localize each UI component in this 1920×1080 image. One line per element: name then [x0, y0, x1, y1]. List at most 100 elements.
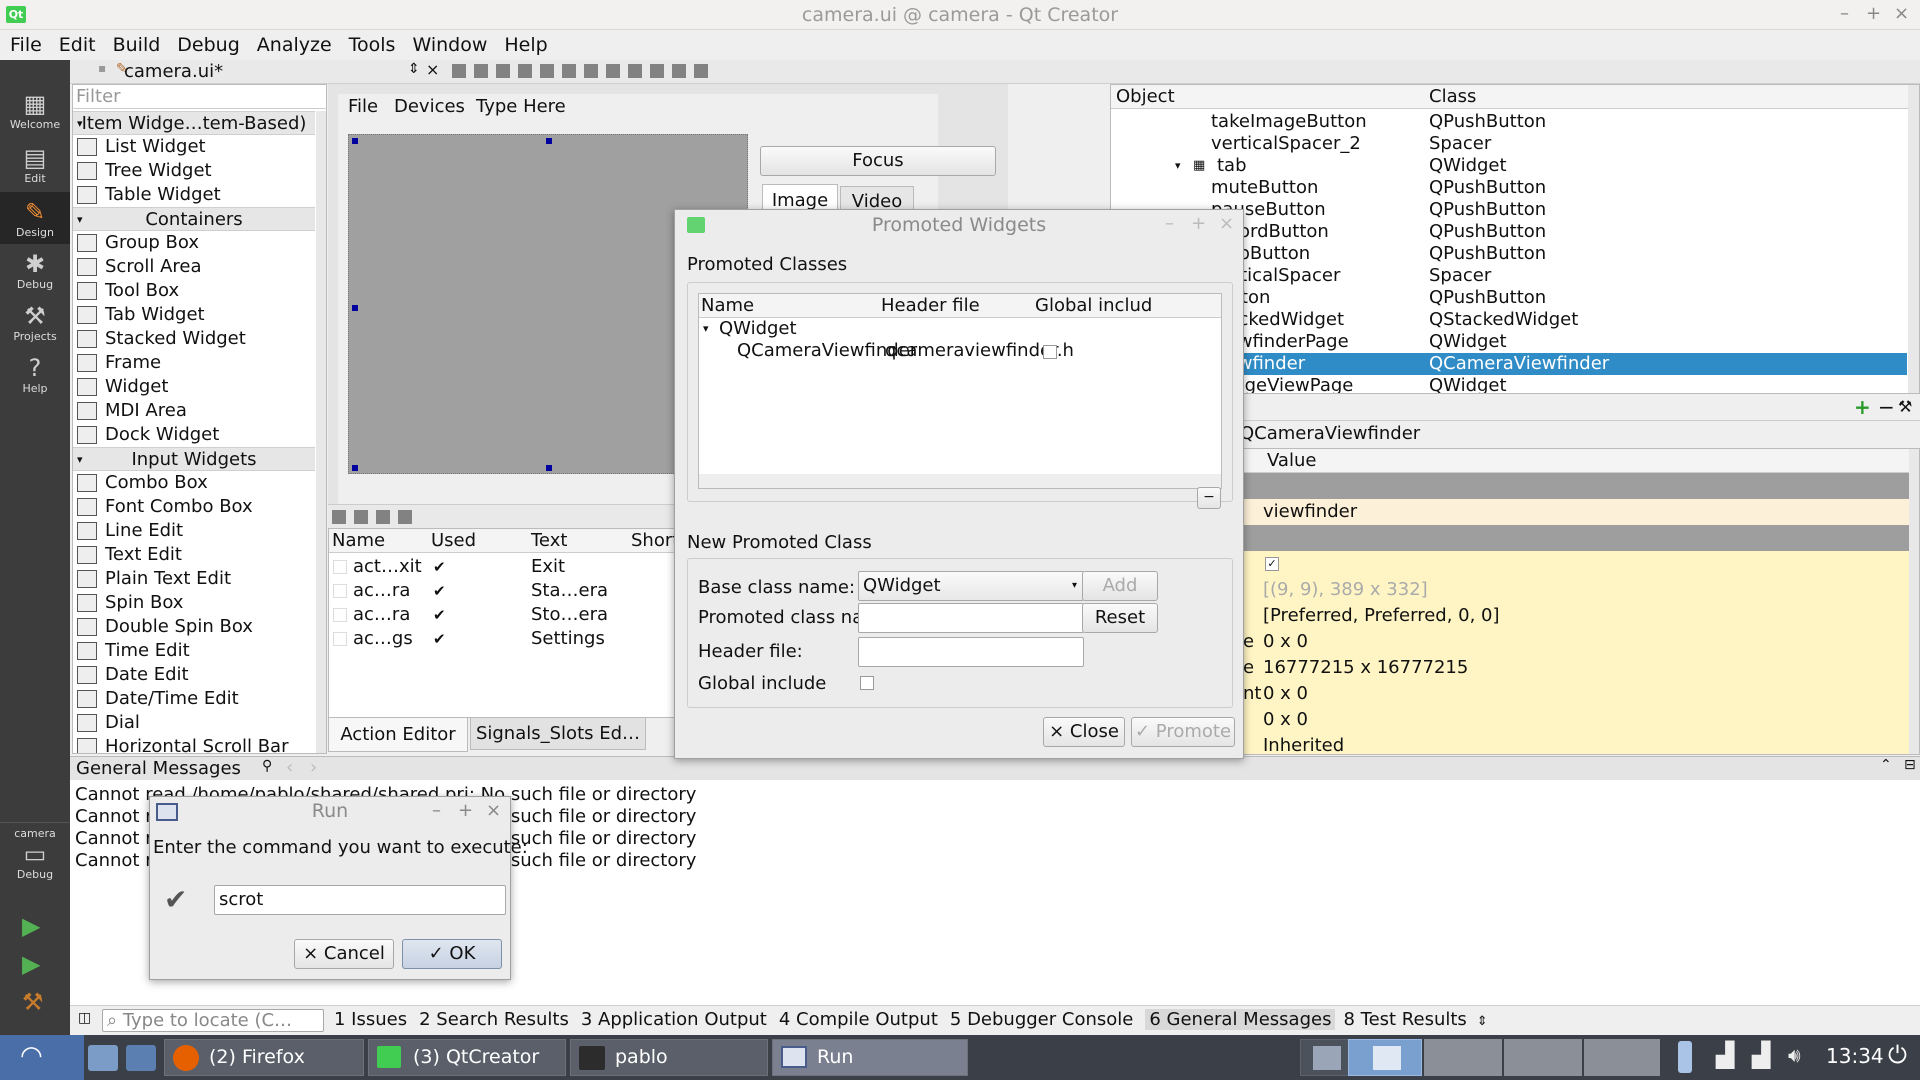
edit-tab-order-icon[interactable]: [518, 64, 532, 78]
minimize-icon[interactable]: –: [1840, 3, 1849, 24]
property-scrollbar[interactable]: [1909, 449, 1919, 754]
promoted-child-global-checkbox[interactable]: [1043, 345, 1057, 359]
tab-debugger-console[interactable]: 5 Debugger Console: [950, 1009, 1133, 1030]
col-class-name[interactable]: Name: [701, 295, 754, 316]
edit-signals-icon[interactable]: [474, 64, 488, 78]
locator-input[interactable]: ⌕ Type to locate (C…: [102, 1009, 324, 1032]
start-menu-button[interactable]: ◠: [0, 1035, 84, 1080]
widget-category-header[interactable]: ▾ Containers: [73, 207, 315, 231]
prev-icon[interactable]: ‹: [286, 757, 293, 778]
layout-form-icon[interactable]: [628, 64, 642, 78]
form-menu-type-here[interactable]: Type Here: [476, 96, 566, 117]
usb-drive-icon[interactable]: [1678, 1041, 1692, 1073]
widget-item[interactable]: Dock Widget: [73, 423, 315, 447]
widget-item[interactable]: Stacked Widget: [73, 327, 315, 351]
tab-search-results[interactable]: 2 Search Results: [419, 1009, 569, 1030]
close-panel-icon[interactable]: ⊟: [1904, 757, 1916, 773]
list-item[interactable]: muteButton QPushButton: [1111, 177, 1907, 199]
task-pablo[interactable]: pablo: [570, 1039, 768, 1076]
mode-welcome[interactable]: ▦ Welcome: [0, 90, 70, 131]
run-ok-button[interactable]: ✓ OK: [402, 939, 502, 969]
dialog-minimize-icon[interactable]: –: [1165, 213, 1174, 234]
add-dynamic-property-icon[interactable]: +: [1854, 395, 1871, 419]
more-tabs-icon[interactable]: ⇕: [1477, 1014, 1488, 1029]
add-button[interactable]: Add: [1082, 571, 1158, 601]
tab-compile-output[interactable]: 4 Compile Output: [779, 1009, 938, 1030]
form-menu-file[interactable]: File: [348, 96, 378, 117]
widget-category-header[interactable]: ▾ Input Widgets: [73, 447, 315, 471]
header-file-input[interactable]: [858, 637, 1084, 667]
configure-icon[interactable]: ⚒: [1898, 397, 1912, 416]
layout-splitter-h-icon[interactable]: [584, 64, 598, 78]
run-maximize-icon[interactable]: +: [458, 800, 473, 821]
file-manager-icon[interactable]: [88, 1045, 118, 1071]
maximize-panel-icon[interactable]: ⌃: [1880, 757, 1892, 773]
tab-action-editor[interactable]: Action Editor: [328, 718, 468, 752]
tab-test-results[interactable]: 8 Test Results: [1343, 1009, 1466, 1030]
workspace-2[interactable]: [1348, 1039, 1422, 1076]
layout-vertical-icon[interactable]: [562, 64, 576, 78]
debug-run-icon[interactable]: ▶: [22, 950, 40, 978]
list-item[interactable]: verticalSpacer_2 Spacer: [1111, 133, 1907, 155]
col-name[interactable]: Name: [332, 530, 385, 551]
tab-issues[interactable]: 1 Issues: [334, 1009, 407, 1030]
close-document-icon[interactable]: ×: [426, 60, 439, 79]
property-row[interactable]: [Preferred, Preferred, 0, 0]: [1241, 603, 1909, 629]
layout-splitter-v-icon[interactable]: [606, 64, 620, 78]
widget-item[interactable]: Date/Time Edit: [73, 687, 315, 711]
widget-item[interactable]: List Widget: [73, 135, 315, 159]
widget-item[interactable]: Plain Text Edit: [73, 567, 315, 591]
global-include-checkbox[interactable]: [860, 676, 874, 690]
filter-icon[interactable]: ⚲: [262, 758, 272, 774]
widget-box-scrollbar[interactable]: [316, 111, 326, 753]
widget-item[interactable]: Horizontal Scroll Bar: [73, 735, 315, 753]
col-used[interactable]: Used: [431, 530, 476, 551]
col-class[interactable]: Class: [1429, 86, 1476, 107]
base-class-combo[interactable]: QWidget ▾: [858, 571, 1084, 601]
widget-item[interactable]: Tool Box: [73, 279, 315, 303]
mode-projects[interactable]: ⚒ Projects: [0, 302, 70, 343]
widget-item[interactable]: MDI Area: [73, 399, 315, 423]
col-value[interactable]: Value: [1267, 450, 1316, 471]
build-hammer-icon[interactable]: ⚒: [22, 988, 44, 1016]
reset-button[interactable]: Reset: [1082, 603, 1158, 633]
workspace-1[interactable]: [1300, 1039, 1352, 1076]
widget-item[interactable]: Combo Box: [73, 471, 315, 495]
property-row[interactable]: nt 0 x 0: [1241, 681, 1909, 707]
property-row[interactable]: e 16777215 x 16777215: [1241, 655, 1909, 681]
property-row[interactable]: 0 x 0: [1241, 707, 1909, 733]
menu-analyze[interactable]: Analyze: [247, 30, 339, 56]
mode-debug[interactable]: ✱ Debug: [0, 250, 70, 291]
delete-action-icon[interactable]: [376, 510, 390, 524]
tab-application-output[interactable]: 3 Application Output: [581, 1009, 767, 1030]
menu-window[interactable]: Window: [402, 30, 494, 56]
list-item[interactable]: ▾ ▦ tab QWidget: [1111, 155, 1907, 177]
widget-item[interactable]: Time Edit: [73, 639, 315, 663]
mode-design[interactable]: ✎ Design: [0, 192, 70, 244]
toggle-sidebar-icon[interactable]: ◫: [78, 1010, 91, 1026]
clock[interactable]: 13:34: [1826, 1044, 1884, 1068]
property-row[interactable]: Inherited: [1241, 733, 1909, 754]
run-close-icon[interactable]: ×: [486, 800, 501, 821]
task-run[interactable]: Run: [772, 1039, 968, 1076]
widget-item[interactable]: Widget: [73, 375, 315, 399]
dialog-maximize-icon[interactable]: +: [1191, 213, 1206, 234]
mode-edit[interactable]: ▤ Edit: [0, 144, 70, 185]
menu-build[interactable]: Build: [103, 30, 168, 56]
copy-action-icon[interactable]: [354, 510, 368, 524]
enabled-checkbox[interactable]: ✓: [1265, 557, 1279, 571]
break-layout-icon[interactable]: [672, 64, 686, 78]
new-action-icon[interactable]: [332, 510, 346, 524]
menu-tools[interactable]: Tools: [339, 30, 403, 56]
open-file-combo[interactable]: camera.ui*: [124, 61, 223, 82]
object-inspector-scrollbar[interactable]: [1908, 85, 1919, 393]
mode-help[interactable]: ? Help: [0, 354, 70, 395]
menu-file[interactable]: File: [0, 30, 49, 56]
run-cancel-button[interactable]: × Cancel: [294, 939, 394, 969]
col-global-include[interactable]: Global includ: [1035, 295, 1152, 316]
volume-icon[interactable]: 🔊︎: [1788, 1043, 1801, 1067]
close-icon[interactable]: ×: [1894, 3, 1909, 24]
form-menu-devices[interactable]: Devices: [394, 96, 465, 117]
col-shortcut[interactable]: Short: [631, 530, 679, 551]
layout-grid-icon[interactable]: [650, 64, 664, 78]
